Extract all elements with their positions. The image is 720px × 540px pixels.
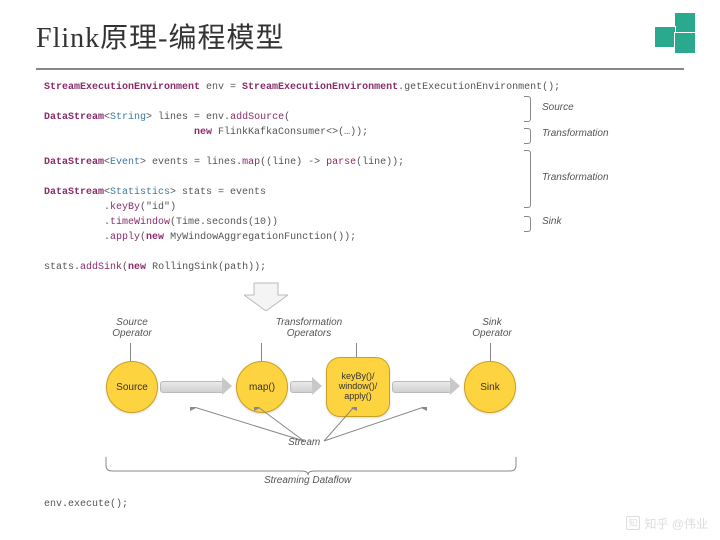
brace-sink bbox=[524, 216, 531, 232]
label-sink-op: Sink Operator bbox=[462, 317, 522, 339]
brace-source bbox=[524, 96, 531, 122]
down-arrow-icon bbox=[244, 281, 288, 311]
flow-arrow-1 bbox=[160, 377, 232, 395]
node-map: map() bbox=[236, 361, 288, 413]
flow-arrow-3 bbox=[392, 377, 460, 395]
code-execute: env.execute(); bbox=[44, 499, 676, 510]
dataflow-bracket bbox=[104, 457, 524, 475]
watermark: 知乎 @伟业 bbox=[626, 515, 708, 532]
zhihu-icon bbox=[626, 516, 640, 530]
brace-t2 bbox=[524, 150, 531, 208]
annot-t1: Transformation bbox=[542, 128, 609, 139]
node-sink: Sink bbox=[464, 361, 516, 413]
label-source-op: Source Operator bbox=[102, 317, 162, 339]
logo-icon bbox=[642, 12, 696, 56]
flow-arrow-2 bbox=[290, 377, 322, 395]
slide-title: Flink原理-编程模型 bbox=[36, 16, 720, 56]
label-dataflow: Streaming Dataflow bbox=[264, 475, 351, 486]
annot-source: Source bbox=[542, 102, 574, 113]
node-source: Source bbox=[106, 361, 158, 413]
label-stream: Stream bbox=[288, 437, 320, 448]
annot-t2: Transformation bbox=[542, 172, 609, 183]
title-divider bbox=[36, 68, 684, 70]
annot-sink: Sink bbox=[542, 216, 561, 227]
stream-lines bbox=[124, 407, 524, 457]
dataflow-diagram: Source Operator Transformation Operators… bbox=[44, 317, 676, 487]
label-transform-ops: Transformation Operators bbox=[254, 317, 364, 339]
brace-t1 bbox=[524, 128, 531, 144]
